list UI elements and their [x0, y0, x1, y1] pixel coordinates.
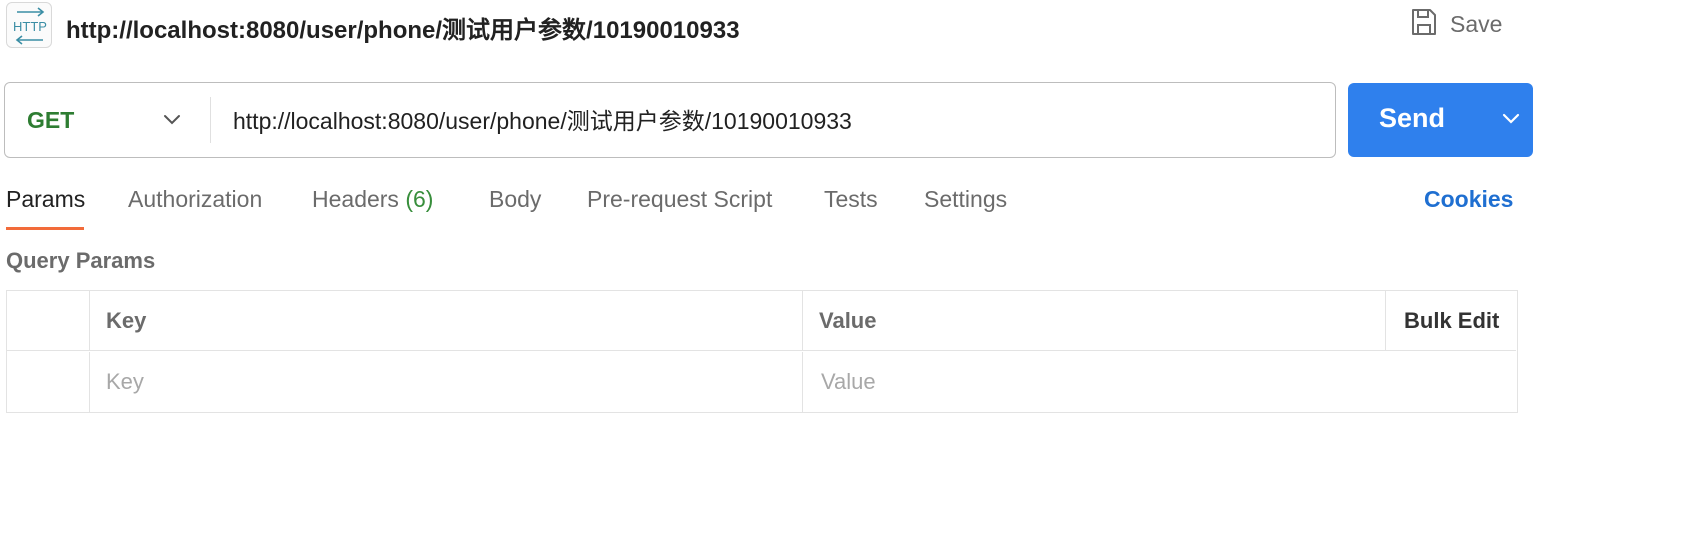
- bulk-edit-button[interactable]: Bulk Edit: [1404, 308, 1499, 334]
- key-cell: [90, 352, 803, 412]
- tab-headers[interactable]: Headers (6): [312, 186, 433, 213]
- headers-count-badge: (6): [405, 186, 434, 212]
- query-params-table: Key Value Bulk Edit: [6, 290, 1518, 413]
- url-input[interactable]: [233, 103, 1313, 135]
- http-icon-label: HTTP: [13, 19, 47, 34]
- send-button[interactable]: Send: [1379, 103, 1445, 134]
- method-select[interactable]: GET: [5, 83, 211, 156]
- value-column-header: Value: [803, 291, 1386, 351]
- http-request-icon: HTTP: [6, 2, 52, 48]
- request-title[interactable]: http://localhost:8080/user/phone/测试用户参数/…: [66, 10, 740, 45]
- tab-authorization[interactable]: Authorization: [128, 186, 262, 213]
- checkbox-column-header: [7, 291, 90, 351]
- chevron-down-icon: [161, 113, 183, 132]
- tab-settings[interactable]: Settings: [924, 186, 1007, 213]
- value-column-label: Value: [819, 308, 877, 333]
- save-label: Save: [1450, 10, 1503, 37]
- send-button-group: Send: [1348, 83, 1533, 157]
- tab-tests[interactable]: Tests: [824, 186, 878, 213]
- send-options-button[interactable]: [1488, 83, 1533, 157]
- method-label: GET: [27, 107, 75, 133]
- key-column-header: Key: [90, 291, 803, 351]
- cookies-link[interactable]: Cookies: [1424, 186, 1513, 213]
- param-key-input[interactable]: [106, 366, 786, 398]
- save-icon: [1410, 7, 1438, 42]
- url-divider: [210, 97, 211, 143]
- row-checkbox-cell: [7, 352, 90, 412]
- tab-params[interactable]: Params: [6, 186, 85, 213]
- request-title-bar: HTTP http://localhost:8080/user/phone/测试…: [0, 0, 1700, 54]
- tab-body[interactable]: Body: [489, 186, 541, 213]
- tab-pre-request-script[interactable]: Pre-request Script: [587, 186, 772, 213]
- query-params-label: Query Params: [6, 248, 156, 273]
- table-header-row: Key Value Bulk Edit: [7, 291, 1516, 351]
- value-cell: [803, 352, 1386, 412]
- request-editor: HTTP http://localhost:8080/user/phone/测试…: [0, 0, 1700, 546]
- request-tabs: Params Authorization Headers (6) Body Pr…: [0, 182, 1700, 234]
- table-row: [7, 352, 1516, 412]
- chevron-down-icon: [1502, 113, 1520, 124]
- active-tab-indicator: [6, 227, 84, 230]
- param-value-input[interactable]: [821, 366, 1371, 398]
- key-column-label: Key: [106, 308, 147, 333]
- bulk-edit-header: Bulk Edit: [1386, 291, 1516, 351]
- save-button[interactable]: Save: [1410, 6, 1520, 42]
- tab-headers-label: Headers: [312, 186, 399, 212]
- url-bar: GET: [4, 82, 1336, 158]
